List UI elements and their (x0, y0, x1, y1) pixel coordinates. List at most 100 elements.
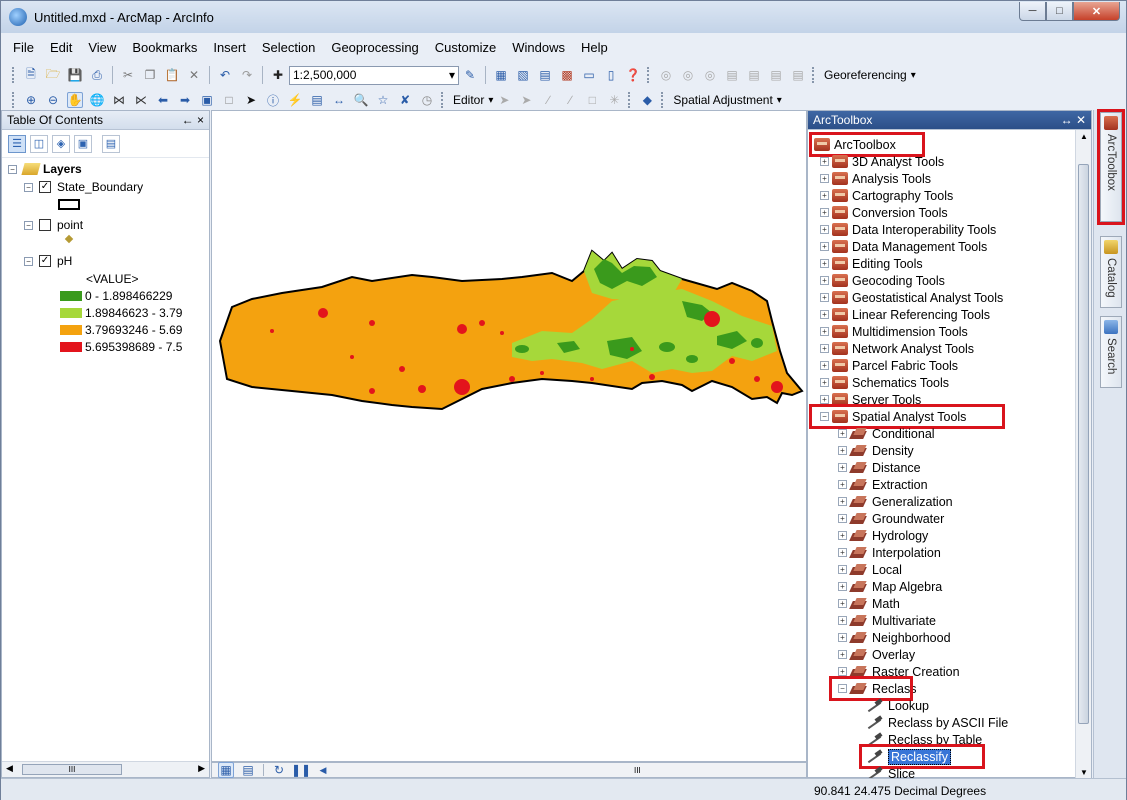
georef-tool-1-icon[interactable]: ◎ (658, 67, 674, 83)
menu-view[interactable]: View (80, 37, 124, 59)
toolset-density[interactable]: + Density (838, 442, 914, 459)
search-side-tab[interactable]: Search (1100, 316, 1122, 388)
scrollbar-thumb[interactable] (1078, 164, 1089, 724)
menu-geoprocessing[interactable]: Geoprocessing (323, 37, 426, 59)
fixed-zoom-in-icon[interactable]: ⋈ (111, 92, 127, 108)
paste-icon[interactable]: 📋 (164, 67, 180, 83)
expand-icon[interactable]: + (838, 633, 847, 642)
layer-state-boundary[interactable]: − ✓ State_Boundary (24, 180, 143, 194)
expand-icon[interactable]: + (820, 310, 829, 319)
back-icon[interactable]: ⬅ (155, 92, 171, 108)
expand-icon[interactable]: + (820, 327, 829, 336)
toolbox-geocoding-tools[interactable]: + Geocoding Tools (820, 272, 945, 289)
hyperlink-icon[interactable]: ⚡ (287, 92, 303, 108)
expand-icon[interactable]: + (838, 582, 847, 591)
zoom-out-icon[interactable]: ⊖ (45, 92, 61, 108)
arctoolbox-icon[interactable]: ▩ (559, 67, 575, 83)
georef-tool-4-icon[interactable]: ▤ (724, 67, 740, 83)
layer-visibility-checkbox[interactable]: ✓ (39, 255, 51, 267)
refresh-icon[interactable]: ↻ (271, 762, 287, 778)
undo-icon[interactable]: ↶ (217, 67, 233, 83)
edit-tool-icon[interactable]: ➤ (496, 92, 512, 108)
zoom-in-icon[interactable]: ⊕ (23, 92, 39, 108)
collapse-icon[interactable]: − (838, 684, 847, 693)
toolset-multivariate[interactable]: + Multivariate (838, 612, 936, 629)
list-by-source-icon[interactable]: ◫ (30, 134, 48, 153)
goto-xy-icon[interactable]: ✘ (397, 92, 413, 108)
expand-icon[interactable]: + (820, 293, 829, 302)
tool-reclass-by-table[interactable]: Reclass by Table (864, 731, 982, 748)
list-by-drawing-order-icon[interactable]: ☰ (8, 134, 26, 153)
toolbox-analysis-tools[interactable]: + Analysis Tools (820, 170, 931, 187)
layer-visibility-checkbox[interactable] (39, 219, 51, 231)
expand-icon[interactable]: + (838, 429, 847, 438)
toolset-raster-creation[interactable]: + Raster Creation (838, 663, 960, 680)
expand-icon[interactable]: + (820, 276, 829, 285)
minimize-button[interactable]: ─ (1019, 2, 1046, 21)
expand-icon[interactable]: + (838, 667, 847, 676)
expand-icon[interactable]: + (838, 463, 847, 472)
expand-icon[interactable]: + (838, 548, 847, 557)
scroll-up-icon[interactable]: ▲ (1080, 132, 1088, 141)
find-icon[interactable]: 🔍 (353, 92, 369, 108)
legend-class[interactable]: 0 - 1.898466229 (60, 289, 172, 303)
redo-icon[interactable]: ↷ (239, 67, 255, 83)
ph-raster-map[interactable] (212, 111, 806, 761)
legend-class[interactable]: 3.79693246 - 5.69 (60, 323, 182, 337)
expand-icon[interactable]: + (820, 208, 829, 217)
expand-icon[interactable]: + (838, 616, 847, 625)
arctoolbox-side-tab[interactable]: ArcToolbox (1097, 109, 1125, 225)
map-horizontal-scrollbar[interactable]: III (634, 766, 641, 775)
state-boundary-symbol[interactable] (58, 199, 80, 210)
clear-selection-icon[interactable]: □ (221, 92, 237, 108)
expand-icon[interactable]: + (820, 157, 829, 166)
toolbox-data-management-tools[interactable]: + Data Management Tools (820, 238, 987, 255)
toolset-distance[interactable]: + Distance (838, 459, 921, 476)
georef-tool-2-icon[interactable]: ◎ (680, 67, 696, 83)
legend-class[interactable]: 5.695398689 - 7.5 (60, 340, 182, 354)
trace-icon[interactable]: □ (584, 92, 600, 108)
expand-icon[interactable]: + (820, 395, 829, 404)
scroll-down-icon[interactable]: ▼ (1080, 768, 1088, 777)
toolbox-vertical-scrollbar[interactable]: ▲ ▼ (1075, 130, 1091, 779)
list-by-selection-icon[interactable]: ▣ (74, 134, 92, 153)
measure-icon[interactable]: ↔ (331, 92, 347, 108)
toolbox-network-analyst-tools[interactable]: + Network Analyst Tools (820, 340, 974, 357)
expand-icon[interactable]: + (820, 225, 829, 234)
open-folder-icon[interactable]: 🗁 (45, 67, 61, 83)
options-icon[interactable]: ▤ (102, 134, 120, 153)
toolbox-linear-referencing-tools[interactable]: + Linear Referencing Tools (820, 306, 990, 323)
select-elements-icon[interactable]: ➤ (243, 92, 259, 108)
menu-insert[interactable]: Insert (205, 37, 254, 59)
expand-icon[interactable]: + (838, 497, 847, 506)
spatial-adjust-icon[interactable]: ◆ (639, 92, 655, 108)
expand-icon[interactable]: + (820, 242, 829, 251)
search-window-icon[interactable]: ▤ (537, 67, 553, 83)
expand-icon[interactable]: + (838, 565, 847, 574)
delete-icon[interactable]: ✕ (186, 67, 202, 83)
full-extent-icon[interactable]: 🌐 (89, 92, 105, 108)
select-features-icon[interactable]: ▣ (199, 92, 215, 108)
georef-tool-7-icon[interactable]: ▤ (790, 67, 806, 83)
toolset-hydrology[interactable]: + Hydrology (838, 527, 928, 544)
toolbox-parcel-fabric-tools[interactable]: + Parcel Fabric Tools (820, 357, 958, 374)
maximize-button[interactable]: □ (1046, 2, 1073, 21)
toolbox-multidimension-tools[interactable]: + Multidimension Tools (820, 323, 968, 340)
endpoint-arc-icon[interactable]: ∕ (562, 92, 578, 108)
toolbox-schematics-tools[interactable]: + Schematics Tools (820, 374, 949, 391)
toolbox-geostatistical-analyst-tools[interactable]: + Geostatistical Analyst Tools (820, 289, 1003, 306)
georef-tool-5-icon[interactable]: ▤ (746, 67, 762, 83)
toolset-math[interactable]: + Math (838, 595, 900, 612)
pan-icon[interactable]: ✋ (67, 92, 83, 108)
tool-reclassify[interactable]: Reclassify (864, 748, 951, 765)
toolbox-cartography-tools[interactable]: + Cartography Tools (820, 187, 953, 204)
map-view[interactable] (211, 110, 807, 762)
fixed-zoom-out-icon[interactable]: ⋉ (133, 92, 149, 108)
save-icon[interactable]: 💾 (67, 67, 83, 83)
toolset-reclass[interactable]: − Reclass (838, 680, 916, 697)
tool-lookup[interactable]: Lookup (864, 697, 929, 714)
list-by-visibility-icon[interactable]: ◈ (52, 134, 70, 153)
toc-pin-close[interactable]: ← × (182, 113, 204, 127)
spatial-adjustment-menu[interactable]: Spatial Adjustment (673, 93, 772, 107)
toolset-map-algebra[interactable]: + Map Algebra (838, 578, 942, 595)
